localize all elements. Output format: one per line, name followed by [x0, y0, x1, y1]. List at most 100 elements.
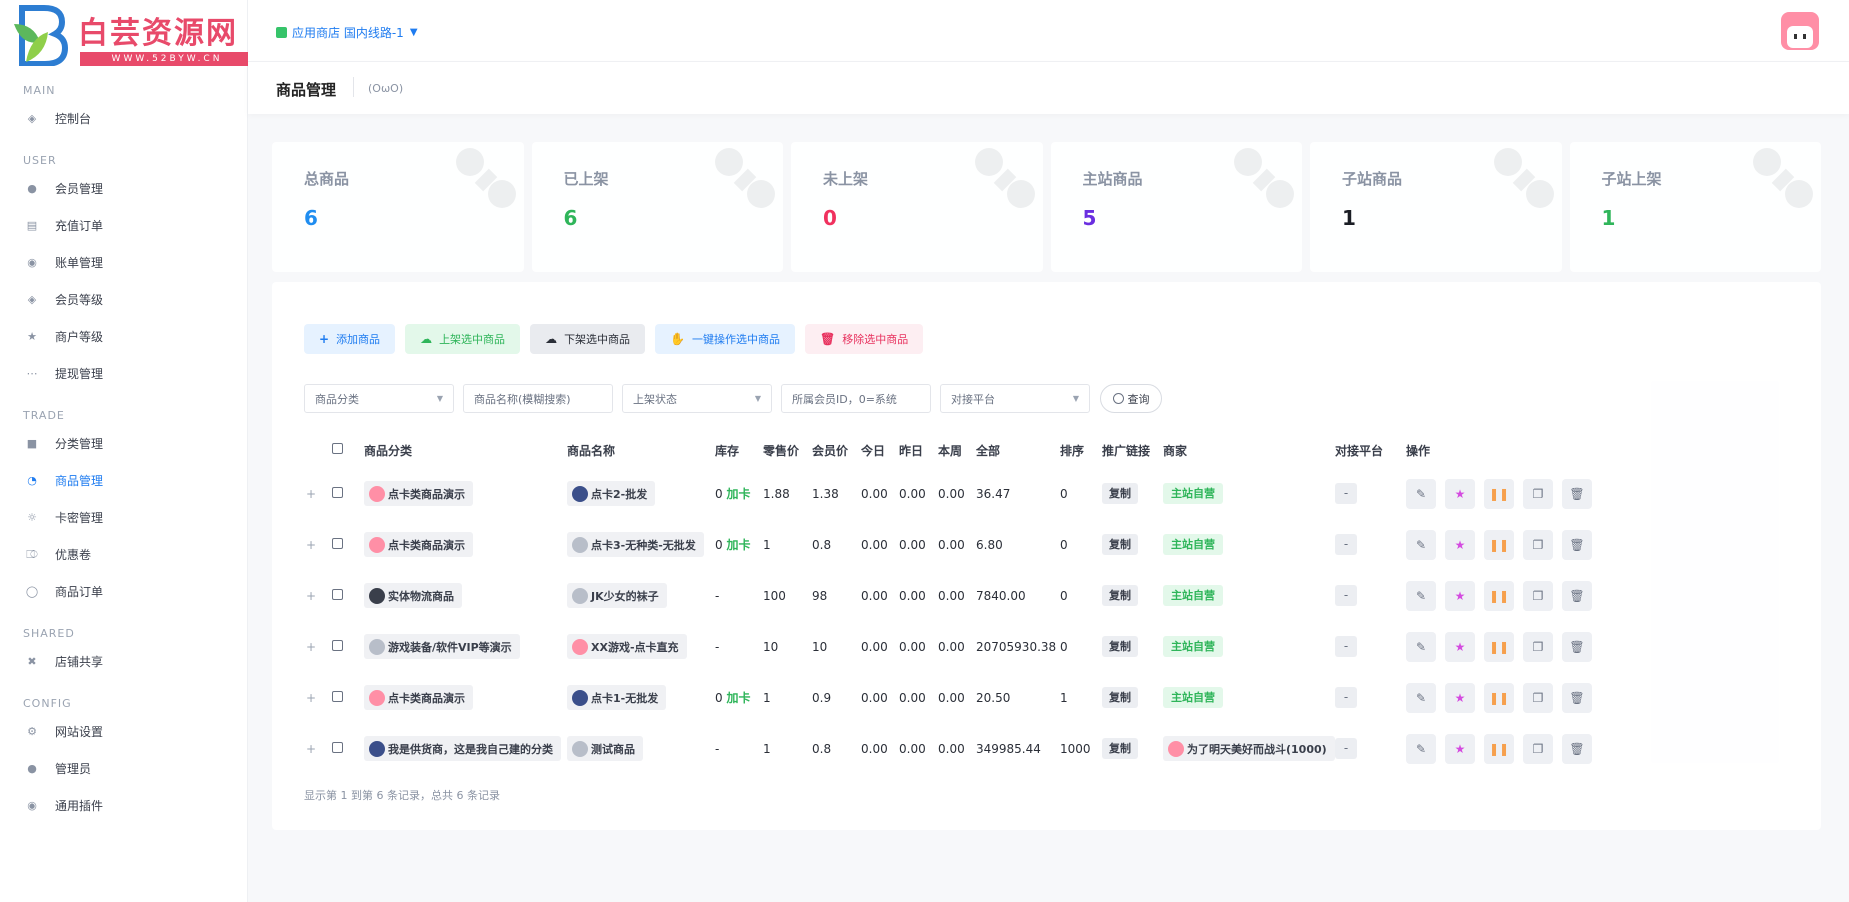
sidebar-item[interactable]: ⎄ 优惠卷: [0, 536, 248, 573]
sidebar-item[interactable]: ◉ 通用插件: [0, 787, 248, 824]
sidebar-item[interactable]: ★ 商户等级: [0, 318, 248, 355]
retail-price: 1: [763, 537, 771, 552]
copy-icon[interactable]: ❐: [1523, 529, 1553, 560]
edit-icon[interactable]: ✎: [1406, 478, 1436, 509]
row-checkbox[interactable]: [332, 741, 343, 753]
platform-select[interactable]: 对接平台 ▼: [940, 384, 1090, 413]
goods-name-input[interactable]: 商品名称(模糊搜索): [463, 384, 613, 413]
sidebar-item[interactable]: ☼ 卡密管理: [0, 499, 248, 536]
goods-name-chip[interactable]: JK少女的袜子: [567, 583, 667, 608]
delete-icon[interactable]: 🗑: [1562, 733, 1592, 764]
edit-icon[interactable]: ✎: [1406, 733, 1436, 764]
shelve-selected-button[interactable]: ☁ 上架选中商品: [405, 324, 521, 354]
toolbar: + 添加商品 ☁ 上架选中商品 ☁ 下架选中商品 ✋ 一键操作选中商品 🗑 移除选中商品: [304, 324, 924, 354]
category-chip[interactable]: 点卡类商品演示: [364, 532, 473, 557]
sidebar-item[interactable]: ◈ 控制台: [0, 100, 248, 137]
delete-icon[interactable]: 🗑: [1562, 580, 1592, 611]
sidebar-item-label: 店铺共享: [55, 655, 104, 669]
copy-icon[interactable]: ❐: [1523, 580, 1553, 611]
expand-icon[interactable]: +: [304, 589, 316, 603]
row-checkbox[interactable]: [332, 537, 343, 549]
row-actions: ✎ ★ ❚❚ ❐ 🗑: [1406, 682, 1592, 713]
merchant-chip[interactable]: 为了明天美好而战斗(1000): [1163, 736, 1335, 761]
delete-icon[interactable]: 🗑: [1562, 631, 1592, 662]
store-route-selector[interactable]: 应用商店 国内线路-1 ▼: [276, 24, 418, 41]
query-button[interactable]: 查询: [1100, 384, 1162, 413]
category-chip[interactable]: 实体物流商品: [364, 583, 462, 608]
unshelve-selected-button[interactable]: ☁ 下架选中商品: [530, 324, 646, 354]
expand-icon[interactable]: +: [304, 538, 316, 552]
copy-icon[interactable]: ❐: [1523, 733, 1553, 764]
edit-icon[interactable]: ✎: [1406, 631, 1436, 662]
sidebar-item[interactable]: ⚙ 网站设置: [0, 713, 248, 750]
sidebar-item[interactable]: ◯ 商品订单: [0, 573, 248, 610]
add-card-link[interactable]: 加卡: [726, 538, 750, 552]
goods-name-chip[interactable]: 点卡1-无批发: [567, 685, 667, 710]
user-avatar[interactable]: [1781, 12, 1819, 50]
copy-link-button[interactable]: 复制: [1102, 636, 1138, 657]
expand-icon[interactable]: +: [304, 691, 316, 705]
sidebar-item[interactable]: ✖ 店铺共享: [0, 643, 248, 680]
goods-name-chip[interactable]: 测试商品: [567, 736, 643, 761]
sales-today: 0.00: [861, 741, 888, 756]
copy-icon[interactable]: ❐: [1523, 631, 1553, 662]
category-chip[interactable]: 游戏装备/软件VIP等演示: [364, 634, 520, 659]
goods-name-chip[interactable]: 点卡2-批发: [567, 481, 656, 506]
edit-icon[interactable]: ✎: [1406, 529, 1436, 560]
delete-icon[interactable]: 🗑: [1562, 478, 1592, 509]
expand-icon[interactable]: +: [304, 487, 316, 501]
row-checkbox[interactable]: [332, 588, 343, 600]
star-icon[interactable]: ★: [1445, 631, 1475, 662]
copy-icon[interactable]: ❐: [1523, 682, 1553, 713]
expand-icon[interactable]: +: [304, 742, 316, 756]
delete-icon[interactable]: 🗑: [1562, 682, 1592, 713]
add-card-link[interactable]: 加卡: [726, 691, 750, 705]
sidebar-item[interactable]: ◉ 账单管理: [0, 244, 248, 281]
star-icon[interactable]: ★: [1445, 529, 1475, 560]
status-select[interactable]: 上架状态 ▼: [622, 384, 772, 413]
edit-icon[interactable]: ✎: [1406, 580, 1436, 611]
site-logo[interactable]: 白芸资源网 WWW.52BYW.CN: [4, 2, 254, 66]
batch-operate-button[interactable]: ✋ 一键操作选中商品: [655, 324, 796, 354]
edit-icon[interactable]: ✎: [1406, 682, 1436, 713]
category-chip[interactable]: 点卡类商品演示: [364, 685, 473, 710]
copy-link-button[interactable]: 复制: [1102, 738, 1138, 759]
row-checkbox[interactable]: [332, 639, 343, 651]
add-goods-button[interactable]: + 添加商品: [304, 324, 396, 354]
goods-name-chip[interactable]: 点卡3-无种类-无批发: [567, 532, 704, 557]
pause-icon[interactable]: ❚❚: [1484, 682, 1514, 713]
pause-icon[interactable]: ❚❚: [1484, 529, 1514, 560]
copy-link-button[interactable]: 复制: [1102, 534, 1138, 555]
sidebar-item[interactable]: ■ 分类管理: [0, 425, 248, 462]
copy-icon[interactable]: ❐: [1523, 478, 1553, 509]
remove-selected-button[interactable]: 🗑 移除选中商品: [805, 324, 924, 354]
star-icon[interactable]: ★: [1445, 733, 1475, 764]
copy-link-button[interactable]: 复制: [1102, 483, 1138, 504]
pause-icon[interactable]: ❚❚: [1484, 580, 1514, 611]
star-icon[interactable]: ★: [1445, 682, 1475, 713]
category-chip[interactable]: 我是供货商，这是我自己建的分类: [364, 736, 561, 761]
member-id-input[interactable]: 所属会员ID，0=系统: [781, 384, 931, 413]
copy-link-button[interactable]: 复制: [1102, 585, 1138, 606]
star-icon[interactable]: ★: [1445, 580, 1475, 611]
category-chip[interactable]: 点卡类商品演示: [364, 481, 473, 506]
pause-icon[interactable]: ❚❚: [1484, 478, 1514, 509]
sidebar-item[interactable]: ◈ 会员等级: [0, 281, 248, 318]
category-select[interactable]: 商品分类 ▼: [304, 384, 454, 413]
add-card-link[interactable]: 加卡: [726, 487, 750, 501]
sidebar-item[interactable]: ● 会员管理: [0, 170, 248, 207]
select-all-checkbox[interactable]: [332, 443, 343, 454]
row-checkbox[interactable]: [332, 690, 343, 702]
delete-icon[interactable]: 🗑: [1562, 529, 1592, 560]
pause-icon[interactable]: ❚❚: [1484, 631, 1514, 662]
expand-icon[interactable]: +: [304, 640, 316, 654]
sidebar-item[interactable]: ⋯ 提现管理: [0, 355, 248, 392]
star-icon[interactable]: ★: [1445, 478, 1475, 509]
sidebar-item[interactable]: ● 管理员: [0, 750, 248, 787]
pause-icon[interactable]: ❚❚: [1484, 733, 1514, 764]
sidebar-item[interactable]: ◔ 商品管理: [0, 462, 248, 499]
sidebar-item[interactable]: ▤ 充值订单: [0, 207, 248, 244]
row-checkbox[interactable]: [332, 486, 343, 498]
goods-name-chip[interactable]: XX游戏-点卡直充: [567, 634, 687, 659]
copy-link-button[interactable]: 复制: [1102, 687, 1138, 708]
